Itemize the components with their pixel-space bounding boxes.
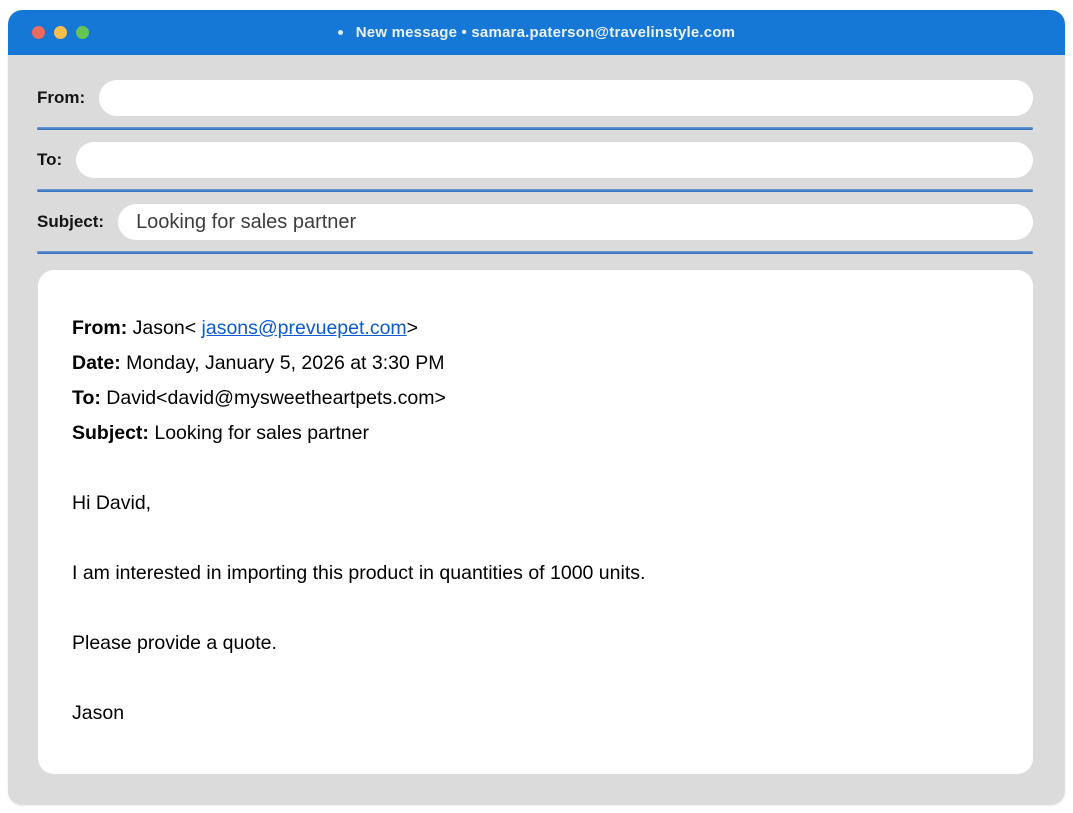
subject-label: Subject: (37, 212, 104, 232)
from-label: From: (37, 88, 85, 108)
quoted-header-to-label: To: (72, 387, 101, 409)
body-paragraph-signature: Jason (72, 696, 993, 731)
bullet-dot-icon (338, 30, 343, 35)
window-controls (32, 10, 89, 55)
compose-window: New message • samara.paterson@travelinst… (8, 10, 1065, 805)
subject-input[interactable] (118, 204, 1033, 240)
titlebar: New message • samara.paterson@travelinst… (8, 10, 1065, 55)
quoted-header-subject: Subject: Looking for sales partner (72, 416, 993, 451)
quoted-header-date-label: Date: (72, 352, 121, 374)
quoted-header-from-label: From: (72, 317, 127, 339)
quoted-header-to-value: David<david@mysweetheartpets.com> (101, 387, 446, 409)
close-button[interactable] (32, 26, 45, 39)
subject-row: Subject: (37, 204, 1033, 240)
body-paragraph-greeting: Hi David, (72, 486, 993, 521)
quoted-header-from: From: Jason< jasons@prevuepet.com> (72, 311, 993, 346)
message-body-editor[interactable]: From: Jason< jasons@prevuepet.com> Date:… (38, 270, 1033, 774)
field-separator (37, 189, 1033, 192)
quoted-header-date: Date: Monday, January 5, 2026 at 3:30 PM (72, 346, 993, 381)
field-separator (37, 127, 1033, 130)
from-row: From: (37, 80, 1033, 116)
body-paragraph-quote: Please provide a quote. (72, 626, 993, 661)
window-title: New message • samara.paterson@travelinst… (338, 24, 735, 41)
zoom-button[interactable] (76, 26, 89, 39)
body-paragraph-request: I am interested in importing this produc… (72, 556, 993, 591)
field-separator (37, 251, 1033, 254)
window-title-text: New message • samara.paterson@travelinst… (356, 24, 735, 41)
compose-form: From: To: Subject: (8, 55, 1065, 254)
minimize-button[interactable] (54, 26, 67, 39)
from-input[interactable] (99, 80, 1033, 116)
quoted-header-from-pre: Jason< (127, 317, 201, 339)
quoted-header-from-post: > (407, 317, 418, 339)
to-row: To: (37, 142, 1033, 178)
to-label: To: (37, 150, 62, 170)
quoted-header-date-value: Monday, January 5, 2026 at 3:30 PM (121, 352, 445, 374)
to-input[interactable] (76, 142, 1033, 178)
quoted-header-subject-value: Looking for sales partner (149, 422, 369, 444)
quoted-header-to: To: David<david@mysweetheartpets.com> (72, 381, 993, 416)
email-link[interactable]: jasons@prevuepet.com (202, 317, 407, 339)
quoted-header-subject-label: Subject: (72, 422, 149, 444)
